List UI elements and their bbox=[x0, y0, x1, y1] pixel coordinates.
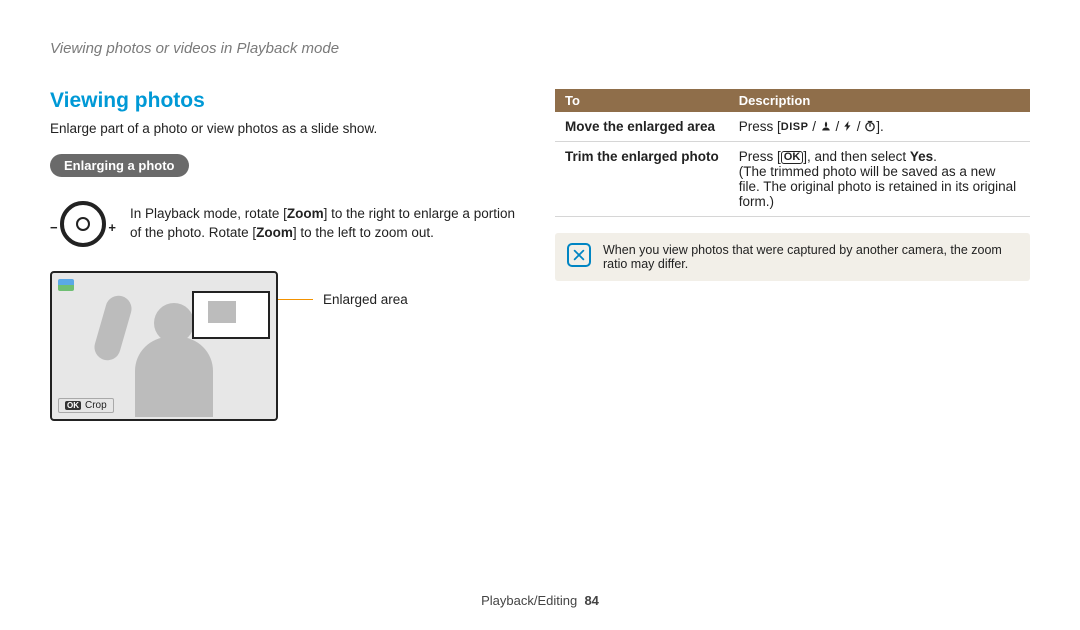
page-footer: Playback/Editing 84 bbox=[0, 593, 1080, 608]
ok-key-icon: OK bbox=[781, 151, 804, 164]
enlarged-area-label: Enlarged area bbox=[323, 292, 408, 307]
preview-frame: OK Crop bbox=[50, 271, 278, 421]
callout-line bbox=[273, 299, 313, 300]
zoom-dial-icon: − + bbox=[50, 191, 116, 257]
footer-section: Playback/Editing bbox=[481, 593, 577, 608]
macro-icon bbox=[820, 120, 832, 132]
row-desc-trim: Press [OK], and then select Yes. (The tr… bbox=[729, 142, 1030, 217]
table-row: Trim the enlarged photo Press [OK], and … bbox=[555, 142, 1030, 217]
crop-tag: OK Crop bbox=[58, 398, 114, 413]
disp-key-icon: DISP bbox=[781, 121, 809, 133]
ok-badge-icon: OK bbox=[65, 401, 81, 410]
left-column: Viewing photos Enlarge part of a photo o… bbox=[50, 89, 525, 421]
plus-icon: + bbox=[108, 220, 116, 235]
row-action-move: Move the enlarged area bbox=[555, 112, 729, 142]
right-column: To Description Move the enlarged area Pr… bbox=[555, 89, 1030, 421]
flash-icon bbox=[843, 120, 853, 132]
controls-table: To Description Move the enlarged area Pr… bbox=[555, 89, 1030, 217]
note-text: When you view photos that were captured … bbox=[603, 243, 1018, 271]
crop-label: Crop bbox=[85, 400, 107, 411]
table-head-to: To bbox=[555, 89, 729, 112]
section-title: Viewing photos bbox=[50, 89, 525, 113]
row-action-trim: Trim the enlarged photo bbox=[555, 142, 729, 217]
photo-thumb-icon bbox=[58, 279, 74, 291]
row-desc-move: Press [DISP / / / ]. bbox=[729, 112, 1030, 142]
breadcrumb: Viewing photos or videos in Playback mod… bbox=[50, 40, 1030, 57]
timer-icon bbox=[864, 120, 876, 132]
minus-icon: − bbox=[50, 220, 58, 235]
enlarged-area-inset bbox=[192, 291, 270, 339]
note-box: When you view photos that were captured … bbox=[555, 233, 1030, 281]
footer-page-number: 84 bbox=[584, 593, 598, 608]
subsection-pill: Enlarging a photo bbox=[50, 154, 189, 177]
note-info-icon bbox=[567, 243, 591, 267]
table-row: Move the enlarged area Press [DISP / / /… bbox=[555, 112, 1030, 142]
table-head-desc: Description bbox=[729, 89, 1030, 112]
zoom-dial-text: In Playback mode, rotate [Zoom] to the r… bbox=[130, 205, 525, 243]
section-intro: Enlarge part of a photo or view photos a… bbox=[50, 121, 525, 136]
